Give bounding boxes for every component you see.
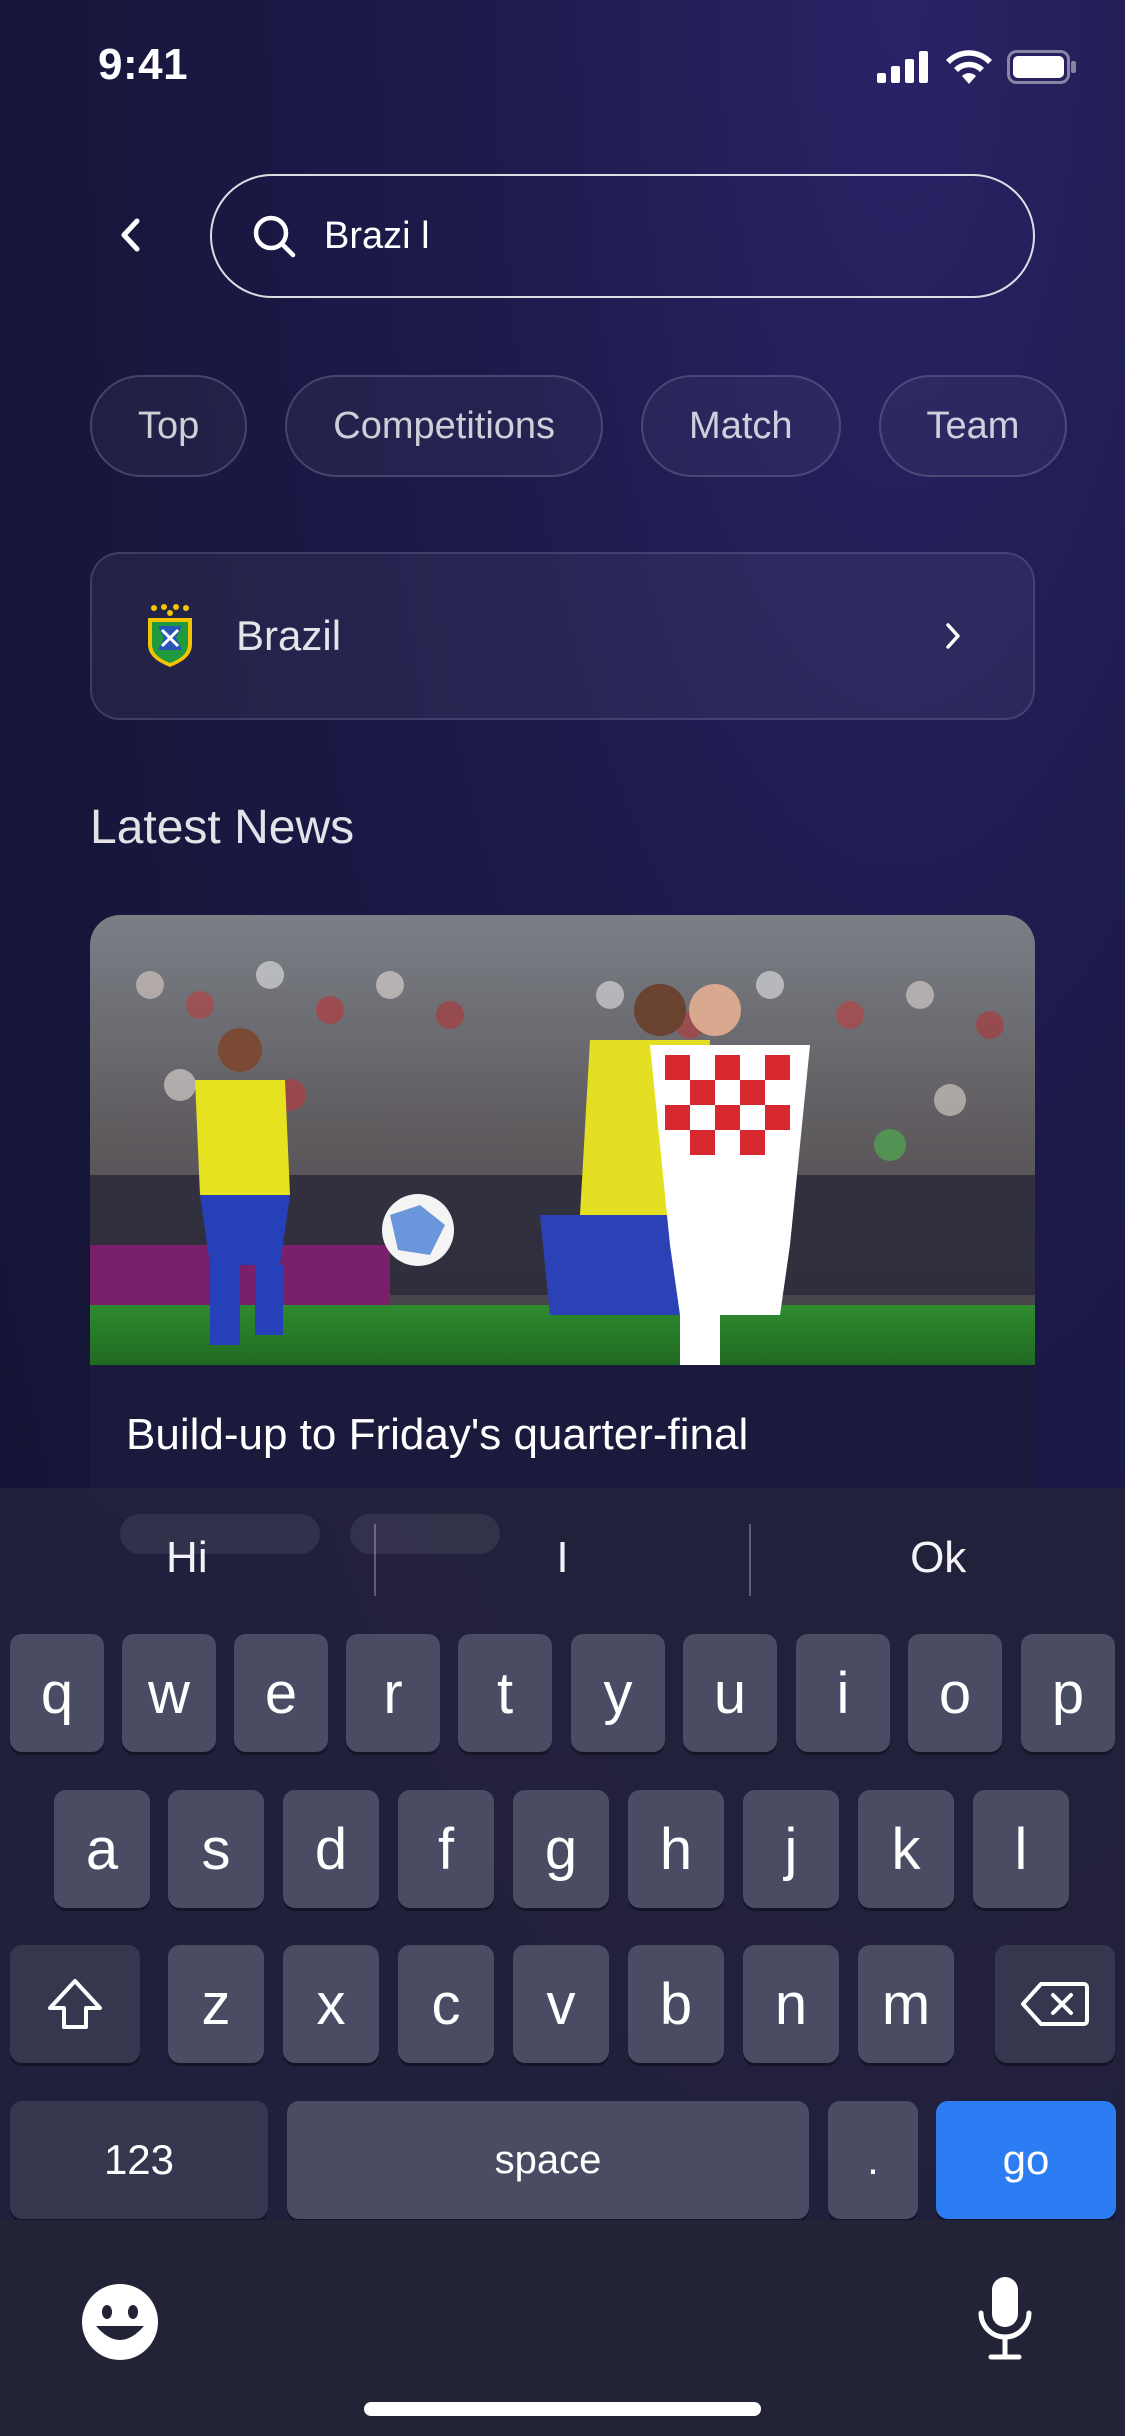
news-title: Build-up to Friday's quarter-final [126, 1410, 749, 1459]
key-q[interactable]: q [10, 1634, 104, 1752]
key-b[interactable]: b [628, 1945, 724, 2063]
key-m[interactable]: m [858, 1945, 954, 2063]
team-result-label: Brazil [236, 612, 342, 659]
search-input-value: Brazi l [324, 214, 430, 257]
wifi-icon [946, 50, 992, 84]
key-j[interactable]: j [743, 1790, 839, 1908]
chip-team[interactable]: Team [878, 375, 1068, 477]
news-card[interactable]: Build-up to Friday's quarter-final [90, 915, 1035, 1515]
section-title-latest-news: Latest News [90, 801, 355, 854]
home-indicator[interactable] [364, 2402, 761, 2416]
back-button[interactable] [100, 205, 160, 265]
key-s[interactable]: s [168, 1790, 264, 1908]
key-a[interactable]: a [54, 1790, 150, 1908]
cellular-signal-icon [877, 51, 928, 83]
key-y[interactable]: y [571, 1634, 665, 1752]
key-c[interactable]: c [398, 1945, 494, 2063]
space-key[interactable]: space [287, 2101, 809, 2219]
key-f[interactable]: f [398, 1790, 494, 1908]
key-e[interactable]: e [234, 1634, 328, 1752]
suggestion-bar: Hi I Ok [0, 1488, 1125, 1628]
emoji-icon [82, 2284, 158, 2360]
key-v[interactable]: v [513, 1945, 609, 2063]
key-t[interactable]: t [458, 1634, 552, 1752]
key-o[interactable]: o [908, 1634, 1002, 1752]
key-z[interactable]: z [168, 1945, 264, 2063]
key-p[interactable]: p [1021, 1634, 1115, 1752]
filter-chips: Top Competitions Match Team [90, 375, 1068, 477]
battery-icon [1007, 50, 1076, 84]
dictation-button[interactable] [975, 2275, 1035, 2365]
suggestion-2[interactable]: I [376, 1488, 750, 1628]
key-h[interactable]: h [628, 1790, 724, 1908]
chip-match[interactable]: Match [641, 375, 841, 477]
backspace-icon [1021, 1982, 1089, 2026]
status-time: 9:41 [98, 40, 189, 89]
news-photo [90, 915, 1035, 1365]
chip-top[interactable]: Top [90, 375, 248, 477]
microphone-icon [978, 2277, 1032, 2360]
search-input[interactable]: Brazi l [210, 174, 1035, 298]
team-result-brazil[interactable]: Brazil [90, 552, 1035, 720]
numbers-key[interactable]: 123 [10, 2101, 268, 2219]
shift-icon [48, 1979, 102, 2029]
suggestion-3[interactable]: Ok [751, 1488, 1125, 1628]
key-i[interactable]: i [796, 1634, 890, 1752]
key-g[interactable]: g [513, 1790, 609, 1908]
go-key[interactable]: go [936, 2101, 1116, 2219]
search-screen: 9:41 Brazi l Top Competitions Match Team… [0, 0, 1125, 2436]
emoji-button[interactable] [80, 2282, 160, 2362]
key-u[interactable]: u [683, 1634, 777, 1752]
chip-competitions[interactable]: Competitions [285, 375, 604, 477]
key-l[interactable]: l [973, 1790, 1069, 1908]
status-bar: 9:41 [0, 0, 1125, 140]
key-n[interactable]: n [743, 1945, 839, 2063]
key-x[interactable]: x [283, 1945, 379, 2063]
chevron-right-icon [923, 606, 983, 666]
search-icon [250, 210, 302, 262]
key-w[interactable]: w [122, 1634, 216, 1752]
suggestion-1[interactable]: Hi [0, 1488, 374, 1628]
key-d[interactable]: d [283, 1790, 379, 1908]
key-r[interactable]: r [346, 1634, 440, 1752]
chevron-left-icon [121, 218, 140, 252]
status-icons [877, 50, 1077, 84]
period-key[interactable]: . [828, 2101, 918, 2219]
delete-key[interactable] [995, 1945, 1115, 2063]
brazil-crest-icon [148, 604, 192, 667]
shift-key[interactable] [10, 1945, 140, 2063]
key-k[interactable]: k [858, 1790, 954, 1908]
